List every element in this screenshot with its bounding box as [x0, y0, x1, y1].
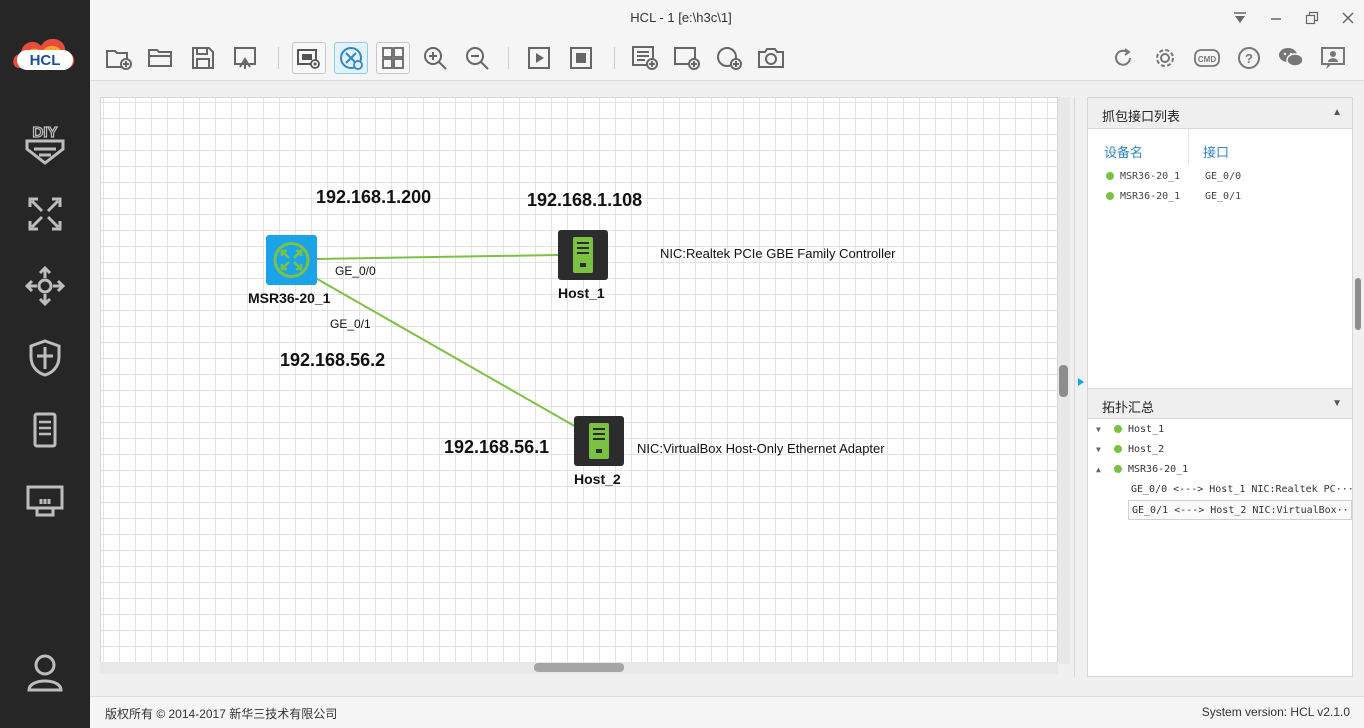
status-dot	[1106, 192, 1114, 200]
status-dot	[1106, 172, 1114, 180]
right-panel-scroll-thumb[interactable]	[1355, 278, 1361, 330]
expand-icon[interactable]: ▼	[1096, 445, 1114, 454]
version-text: System version: HCL v2.1.0	[1201, 705, 1350, 719]
panel-splitter[interactable]	[1074, 97, 1087, 677]
tree-link-row[interactable]: GE_0/0 <---> Host_1 NIC:Realtek PC···	[1131, 484, 1354, 495]
router-name-label: MSR36-20_1	[248, 290, 331, 306]
column-header-device[interactable]: 设备名	[1104, 142, 1143, 161]
ip-label[interactable]: 192.168.1.200	[316, 187, 431, 208]
capture-row[interactable]: MSR36-20_1 GE_0/0	[1106, 171, 1241, 182]
right-panel-scrollbar[interactable]	[1353, 97, 1364, 677]
tree-node[interactable]: ▼ Host_2	[1096, 444, 1164, 455]
nic-label: NIC:Realtek PCIe GBE Family Controller	[660, 246, 896, 261]
status-bar: 版权所有 © 2014-2017 新华三技术有限公司 System versio…	[90, 696, 1364, 728]
host1-device-icon[interactable]	[558, 230, 608, 280]
ip-label[interactable]: 192.168.56.1	[444, 437, 549, 458]
hcl-app-window: HCL DIY HCL - 1 [e:\h3c\1] CMD ? MSR36-2…	[0, 0, 1364, 728]
host2-name-label: Host_2	[574, 471, 621, 487]
nic-label: NIC:VirtualBox Host-Only Ethernet Adapte…	[637, 441, 885, 456]
interface-label: GE_0/1	[330, 317, 371, 331]
copyright-text: 版权所有 © 2014-2017 新华三技术有限公司	[105, 707, 338, 721]
host2-device-icon[interactable]	[574, 416, 624, 466]
expand-icon[interactable]: ▼	[1096, 425, 1114, 434]
capture-panel-title: 抓包接口列表	[1102, 109, 1181, 124]
tree-node[interactable]: ▼ Host_1	[1096, 424, 1164, 435]
ip-label[interactable]: 192.168.56.2	[280, 350, 385, 371]
summary-panel-title: 拓扑汇总	[1102, 400, 1155, 415]
right-panel: 抓包接口列表 ▲ 设备名 接口 MSR36-20_1 GE_0/0 MSR36-2…	[1087, 97, 1354, 677]
capture-panel-header[interactable]: 抓包接口列表 ▲	[1088, 98, 1352, 129]
ip-label[interactable]: 192.168.1.108	[527, 190, 642, 211]
collapse-up-icon[interactable]: ▲	[1332, 107, 1342, 118]
collapse-down-icon[interactable]: ▼	[1332, 398, 1342, 409]
tree-link-row-selected[interactable]: GE_0/1 <---> Host_2 NIC:VirtualBox···	[1128, 500, 1352, 520]
capture-row[interactable]: MSR36-20_1 GE_0/1	[1106, 191, 1241, 202]
host1-name-label: Host_1	[558, 285, 605, 301]
summary-panel-header[interactable]: 拓扑汇总 ▼	[1088, 388, 1352, 419]
router-device-icon[interactable]	[266, 235, 317, 285]
tree-node[interactable]: ▲ MSR36-20_1	[1096, 464, 1188, 475]
interface-label: GE_0/0	[335, 264, 376, 278]
link-msr-host1[interactable]	[315, 254, 559, 260]
column-header-port[interactable]: 接口	[1203, 142, 1229, 161]
collapse-icon[interactable]: ▲	[1096, 465, 1114, 474]
